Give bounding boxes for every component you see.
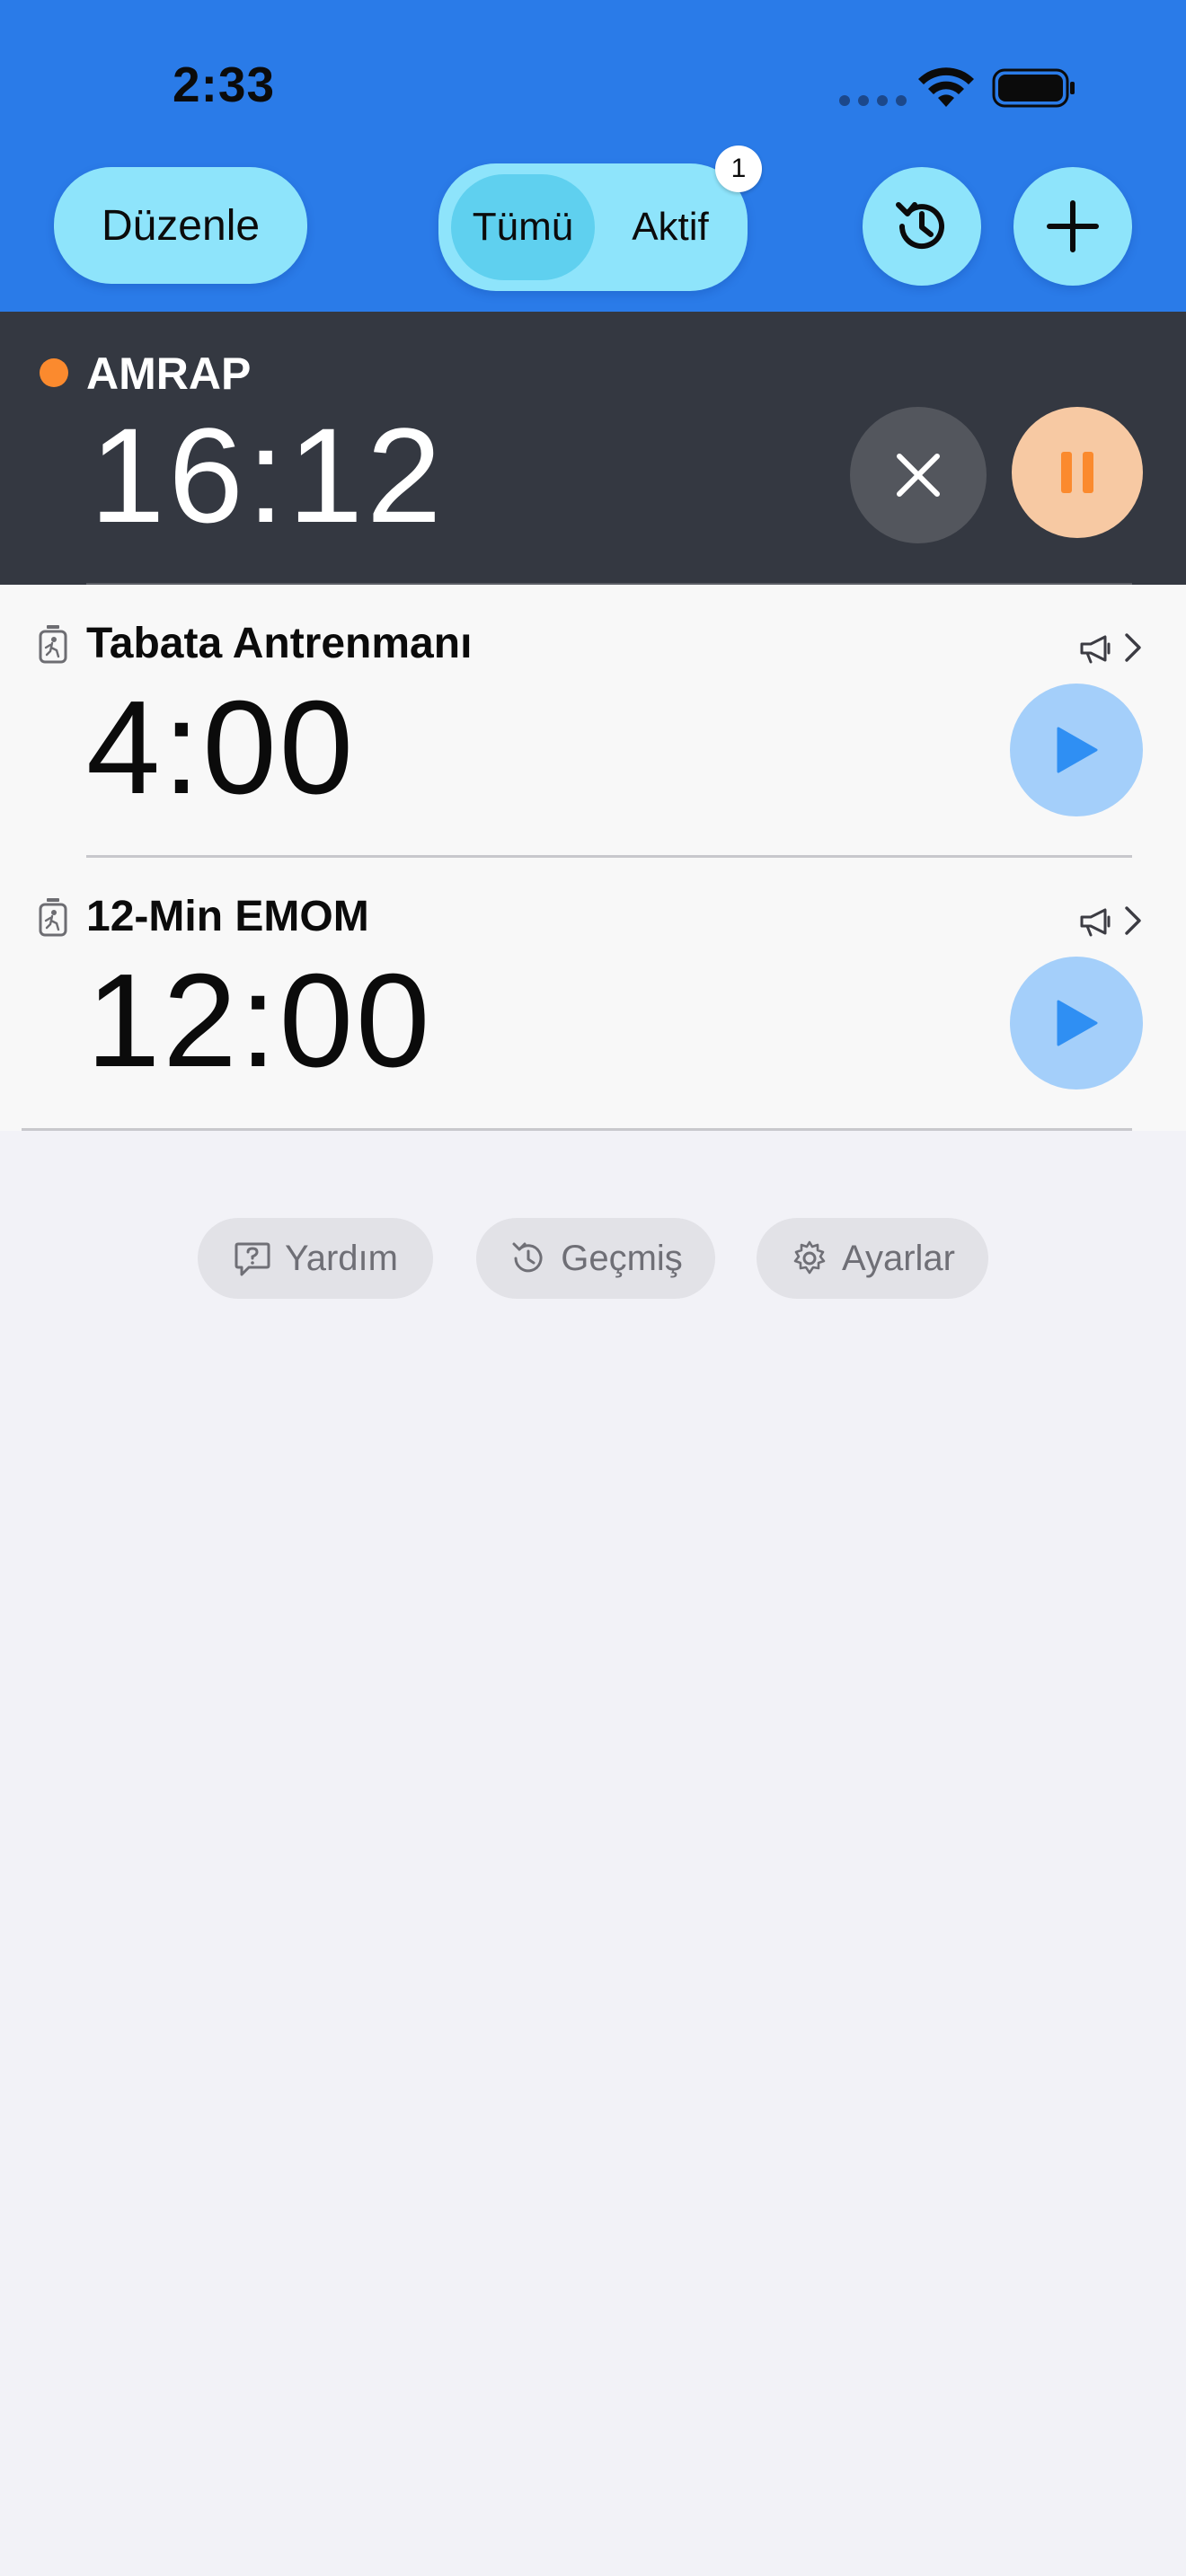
chevron-right-icon[interactable]	[1123, 631, 1143, 664]
play-icon	[1057, 1000, 1098, 1046]
signal-dots-icon	[839, 95, 907, 106]
wifi-icon	[918, 67, 974, 107]
plus-icon	[1047, 200, 1099, 252]
cancel-timer-button[interactable]	[850, 407, 987, 543]
settings-label: Ayarlar	[842, 1238, 955, 1278]
active-timer-row[interactable]: AMRAP 16:12	[0, 312, 1186, 585]
history-icon	[512, 1242, 543, 1273]
timer-title: Tabata Antrenmanı	[86, 620, 473, 667]
play-icon	[1057, 727, 1098, 773]
status-bar-time: 2:33	[173, 57, 276, 112]
add-timer-button[interactable]	[1013, 167, 1132, 286]
play-timer-button[interactable]	[1010, 684, 1143, 816]
history-icon	[896, 202, 944, 250]
timer-row-tabata[interactable]: Tabata Antrenmanı 4:00	[0, 585, 1186, 858]
megaphone-icon	[1080, 908, 1111, 937]
divider	[22, 1128, 1132, 1131]
stopwatch-runner-icon	[39, 625, 67, 664]
chevron-right-icon[interactable]	[1123, 904, 1143, 937]
segment-all[interactable]: Tümü	[451, 163, 595, 291]
timer-duration: 12:00	[86, 947, 433, 1095]
history-footer-button[interactable]: Geçmiş	[476, 1218, 715, 1299]
history-button[interactable]	[863, 167, 981, 286]
help-label: Yardım	[285, 1238, 398, 1278]
megaphone-icon	[1080, 635, 1111, 664]
active-timer-countdown: 16:12	[90, 400, 446, 551]
filter-segmented-control[interactable]: Tümü Aktif	[438, 163, 748, 291]
stopwatch-runner-icon	[39, 898, 67, 937]
timer-duration: 4:00	[86, 674, 357, 822]
gear-icon	[793, 1240, 826, 1275]
play-timer-button[interactable]	[1010, 957, 1143, 1090]
settings-button[interactable]: Ayarlar	[757, 1218, 988, 1299]
pause-icon	[1061, 452, 1093, 493]
battery-icon	[992, 68, 1075, 108]
close-icon	[897, 454, 940, 497]
active-count-badge: 1	[715, 146, 762, 192]
pause-timer-button[interactable]	[1012, 407, 1143, 538]
timer-title: 12-Min EMOM	[86, 893, 369, 940]
help-button[interactable]: Yardım	[198, 1218, 433, 1299]
edit-button[interactable]: Düzenle	[54, 167, 307, 284]
header-bar: 2:33 Düzenle Tümü Aktif 1	[0, 0, 1186, 312]
history-label: Geçmiş	[561, 1238, 683, 1278]
help-bubble-icon	[235, 1242, 270, 1276]
active-timer-title: AMRAP	[86, 348, 252, 399]
running-indicator-dot	[40, 358, 68, 387]
timer-row-emom[interactable]: 12-Min EMOM 12:00	[0, 858, 1186, 1131]
